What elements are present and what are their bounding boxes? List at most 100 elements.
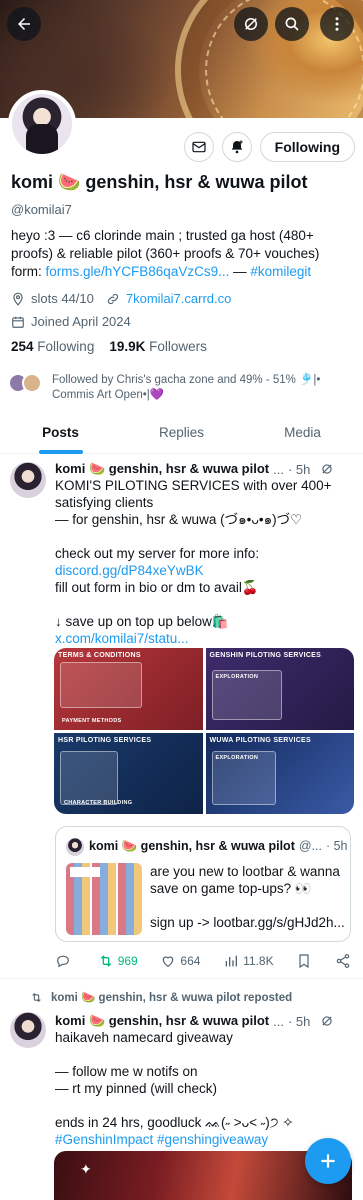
- tab-replies[interactable]: Replies: [121, 414, 242, 453]
- post-header: komi 🍉 genshin, hsr & wuwa pilot ... · 5…: [55, 461, 355, 477]
- quoted-post[interactable]: komi 🍉 genshin, hsr & wuwa pilot @... · …: [55, 826, 351, 942]
- retweet-button[interactable]: 969: [98, 953, 138, 969]
- media-title: HSR PILOTING SERVICES: [58, 736, 152, 744]
- compose-button[interactable]: [305, 1138, 351, 1184]
- media-panel: [60, 662, 142, 708]
- arrow-left-icon: [18, 18, 30, 30]
- link-icon: [107, 293, 118, 304]
- media-subtitle: EXPLORATION: [215, 754, 259, 761]
- search-button[interactable]: [275, 7, 309, 41]
- post-text: KOMI'S PILOTING SERVICES with over 400+ …: [55, 477, 351, 647]
- repost-label: komi 🍉 genshin, hsr & wuwa pilot reposte…: [51, 992, 293, 1004]
- location-pin-icon: [13, 292, 23, 306]
- calendar-icon: [12, 316, 24, 328]
- media-genshin[interactable]: GENSHIN PILOTING SERVICES EXPLORATION: [205, 648, 354, 730]
- following-label: Following: [37, 339, 95, 354]
- quote-author-name: komi 🍉 genshin, hsr & wuwa pilot: [89, 839, 295, 853]
- post-media-grid[interactable]: TERMS & CONDITIONS PAYMENT METHODS GENSH…: [54, 648, 354, 814]
- website-link[interactable]: 7komilai7.carrd.co: [126, 291, 232, 306]
- post-time: · 5h: [287, 461, 311, 477]
- location-text: slots 44/10: [31, 291, 94, 306]
- media-terms[interactable]: TERMS & CONDITIONS PAYMENT METHODS: [54, 648, 203, 730]
- tab-posts[interactable]: Posts: [0, 414, 121, 454]
- like-count: 664: [180, 954, 201, 968]
- grok-button[interactable]: [234, 7, 268, 41]
- post-header: komi 🍉 genshin, hsr & wuwa pilot ... · 5…: [55, 1013, 355, 1029]
- repost-indicator[interactable]: komi 🍉 genshin, hsr & wuwa pilot reposte…: [30, 990, 292, 1004]
- bookmark-icon: [299, 954, 309, 969]
- bookmark-button[interactable]: [296, 953, 312, 969]
- media-wuwa[interactable]: WUWA PILOTING SERVICES EXPLORATION: [205, 732, 354, 814]
- post-text-mid: fill out form in bio or dm to avail🍒 ↓ s…: [55, 580, 259, 629]
- search-icon: [285, 17, 299, 31]
- following-count: 254: [11, 339, 34, 354]
- message-button[interactable]: [183, 132, 214, 162]
- grok-icon[interactable]: [320, 462, 334, 476]
- post-text-main: KOMI'S PILOTING SERVICES with over 400+ …: [55, 478, 332, 561]
- back-button[interactable]: [7, 7, 41, 41]
- following-link[interactable]: 254 Following: [11, 339, 94, 354]
- followers-link[interactable]: 19.9K Followers: [109, 339, 207, 354]
- followers-label: Followers: [149, 339, 207, 354]
- user-handle: @komilai7: [11, 202, 72, 217]
- media-title: TERMS & CONDITIONS: [58, 652, 141, 659]
- post-actions: 969 664 11.8K: [55, 953, 351, 969]
- media-title: WUWA PILOTING SERVICES: [209, 736, 311, 744]
- media-title: GENSHIN PILOTING SERVICES: [209, 652, 322, 659]
- notifications-button[interactable]: [221, 132, 252, 162]
- retweet-icon: [32, 992, 41, 1002]
- heart-icon: [163, 956, 174, 968]
- post-divider: [0, 978, 363, 979]
- share-button[interactable]: [335, 953, 351, 969]
- grok-icon[interactable]: [320, 1014, 334, 1028]
- post-avatar[interactable]: [10, 462, 46, 498]
- media-hsr[interactable]: HSR PILOTING SERVICES CHARACTER BUILDING: [54, 732, 203, 814]
- reply-icon: [57, 955, 69, 968]
- media-subtitle: EXPLORATION: [215, 674, 259, 680]
- bio-form-link[interactable]: forms.gle/hYCFB86qaVzCs9...: [46, 264, 230, 279]
- profile-meta-row: slots 44/10 7komilai7.carrd.co: [11, 291, 231, 306]
- views-button[interactable]: 11.8K: [223, 953, 274, 969]
- post-avatar[interactable]: [10, 1012, 46, 1048]
- quote-time: · 5h: [325, 839, 348, 853]
- bell-plus-icon: [231, 140, 243, 154]
- followers-count: 19.9K: [109, 339, 146, 354]
- retweet-icon: [100, 955, 111, 967]
- post-text-body: haikaveh namecard giveaway — follow me w…: [55, 1030, 294, 1130]
- media-subtitle: CHARACTER BUILDING: [64, 800, 133, 806]
- post-hashtags[interactable]: #GenshinImpact #genshingiveaway: [55, 1132, 268, 1147]
- quote-text: are you new to lootbar & wanna save on g…: [150, 864, 345, 930]
- mutual-avatars: [8, 373, 46, 395]
- followed-by-row[interactable]: Followed by Chris's gacha zone and 49% -…: [8, 373, 353, 403]
- retweet-count: 969: [117, 954, 138, 968]
- bio-hashtag[interactable]: #komilegit: [250, 264, 311, 279]
- profile-bio: heyo :3 — c6 clorinde main ; trusted ga …: [11, 227, 351, 281]
- tab-media[interactable]: Media: [242, 414, 363, 453]
- display-name: komi 🍉 genshin, hsr & wuwa pilot: [11, 172, 308, 192]
- media-subtitle: PAYMENT METHODS: [62, 717, 122, 724]
- post-text: haikaveh namecard giveaway — follow me w…: [55, 1029, 351, 1148]
- quote-thumbnail: [66, 863, 142, 935]
- share-icon: [336, 954, 350, 968]
- more-vertical-icon: [335, 17, 339, 31]
- more-button[interactable]: [320, 7, 354, 41]
- post-author-name[interactable]: komi 🍉 genshin, hsr & wuwa pilot: [55, 1013, 269, 1029]
- grok-icon: [245, 18, 257, 30]
- profile-avatar[interactable]: [8, 90, 76, 158]
- quote-avatar: [66, 838, 84, 856]
- post-ellipsis: ...: [273, 461, 284, 477]
- post-author-name[interactable]: komi 🍉 genshin, hsr & wuwa pilot: [55, 461, 269, 477]
- status-link[interactable]: x.com/komilai7/statu...: [55, 631, 189, 646]
- mail-icon: [192, 141, 206, 153]
- discord-link[interactable]: discord.gg/dP84xeYwBK: [55, 563, 204, 578]
- following-button[interactable]: Following: [259, 132, 355, 162]
- plus-icon: [321, 1154, 335, 1168]
- bio-separator: —: [229, 264, 251, 279]
- reply-button[interactable]: [55, 953, 75, 969]
- media-panel: [60, 750, 118, 805]
- like-button[interactable]: 664: [160, 953, 200, 969]
- views-count: 11.8K: [243, 954, 274, 968]
- follow-counts: 254 Following 19.9K Followers: [11, 339, 207, 354]
- post-ellipsis: ...: [273, 1013, 284, 1029]
- joined-row: Joined April 2024: [11, 314, 131, 329]
